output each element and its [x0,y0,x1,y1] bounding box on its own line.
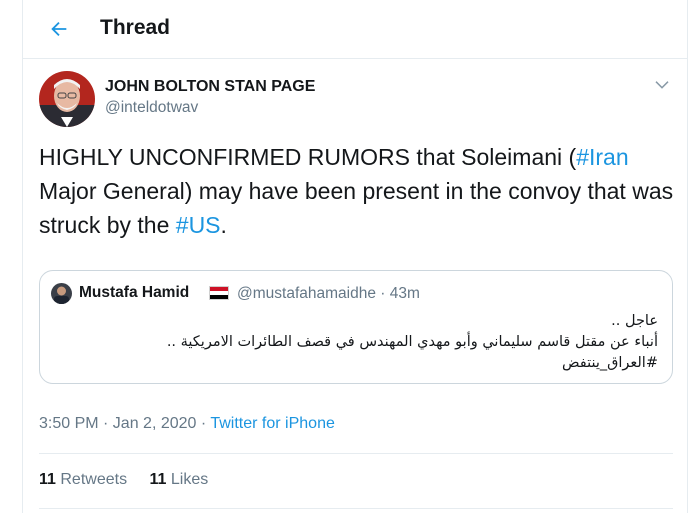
quoted-author-name: Mustafa Hamid [79,284,190,301]
page-title: Thread [100,16,171,39]
likes-count: 11 [149,471,167,488]
tweet-text-part: . [220,212,227,238]
tweet-timestamp[interactable]: 3:50 PM · Jan 2, 2020 · [39,415,210,432]
author-avatar[interactable] [39,71,95,127]
divider [39,508,673,509]
quoted-line: عاجل .. [611,313,658,329]
quoted-tweet[interactable]: Mustafa Hamid @mustafahamaidhe · 43m عاج… [39,270,673,384]
iraq-flag-icon [209,286,229,300]
quoted-line: أنباء عن مقتل قاسم سليماني وأبو مهدي الم… [166,334,658,350]
retweets-count: 11 [39,471,56,488]
back-button[interactable] [45,15,73,43]
retweets-stat[interactable]: 11 Retweets [39,471,127,489]
chevron-down-icon[interactable] [653,76,671,94]
tweet-metadata: 3:50 PM · Jan 2, 2020 · Twitter for iPho… [39,415,335,433]
header-bar: Thread [23,0,687,59]
tweet-text: HIGHLY UNCONFIRMED RUMORS that Soleimani… [39,140,679,242]
hashtag-us[interactable]: #US [176,212,221,238]
quoted-handle-time: @mustafahamaidhe · 43m [237,285,420,302]
hashtag-iran[interactable]: #Iran [576,144,628,170]
likes-label: Likes [170,471,209,488]
avatar-image [39,71,95,127]
author-name[interactable]: JOHN BOLTON STAN PAGE [105,78,315,96]
tweet-text-part: HIGHLY UNCONFIRMED RUMORS that Soleimani… [39,144,577,170]
retweets-label: Retweets [60,471,128,488]
thread-panel: Thread JOHN BOLTON STAN PAGE @inteldotwa… [22,0,688,513]
tweet-source-link[interactable]: Twitter for iPhone [210,415,335,432]
author-handle[interactable]: @inteldotwav [105,99,198,117]
engagement-stats: 11 Retweets 11 Likes [39,471,226,489]
likes-stat[interactable]: 11 Likes [150,471,209,489]
quoted-avatar [51,283,72,304]
arrow-left-icon [51,21,67,37]
quoted-text: عاجل .. أنباء عن مقتل قاسم سليماني وأبو … [58,311,658,374]
tweet-text-part: Major General) may have been present in … [39,178,674,238]
divider [39,453,673,454]
quoted-hashtag[interactable]: #العراق_ينتفض [58,353,658,374]
